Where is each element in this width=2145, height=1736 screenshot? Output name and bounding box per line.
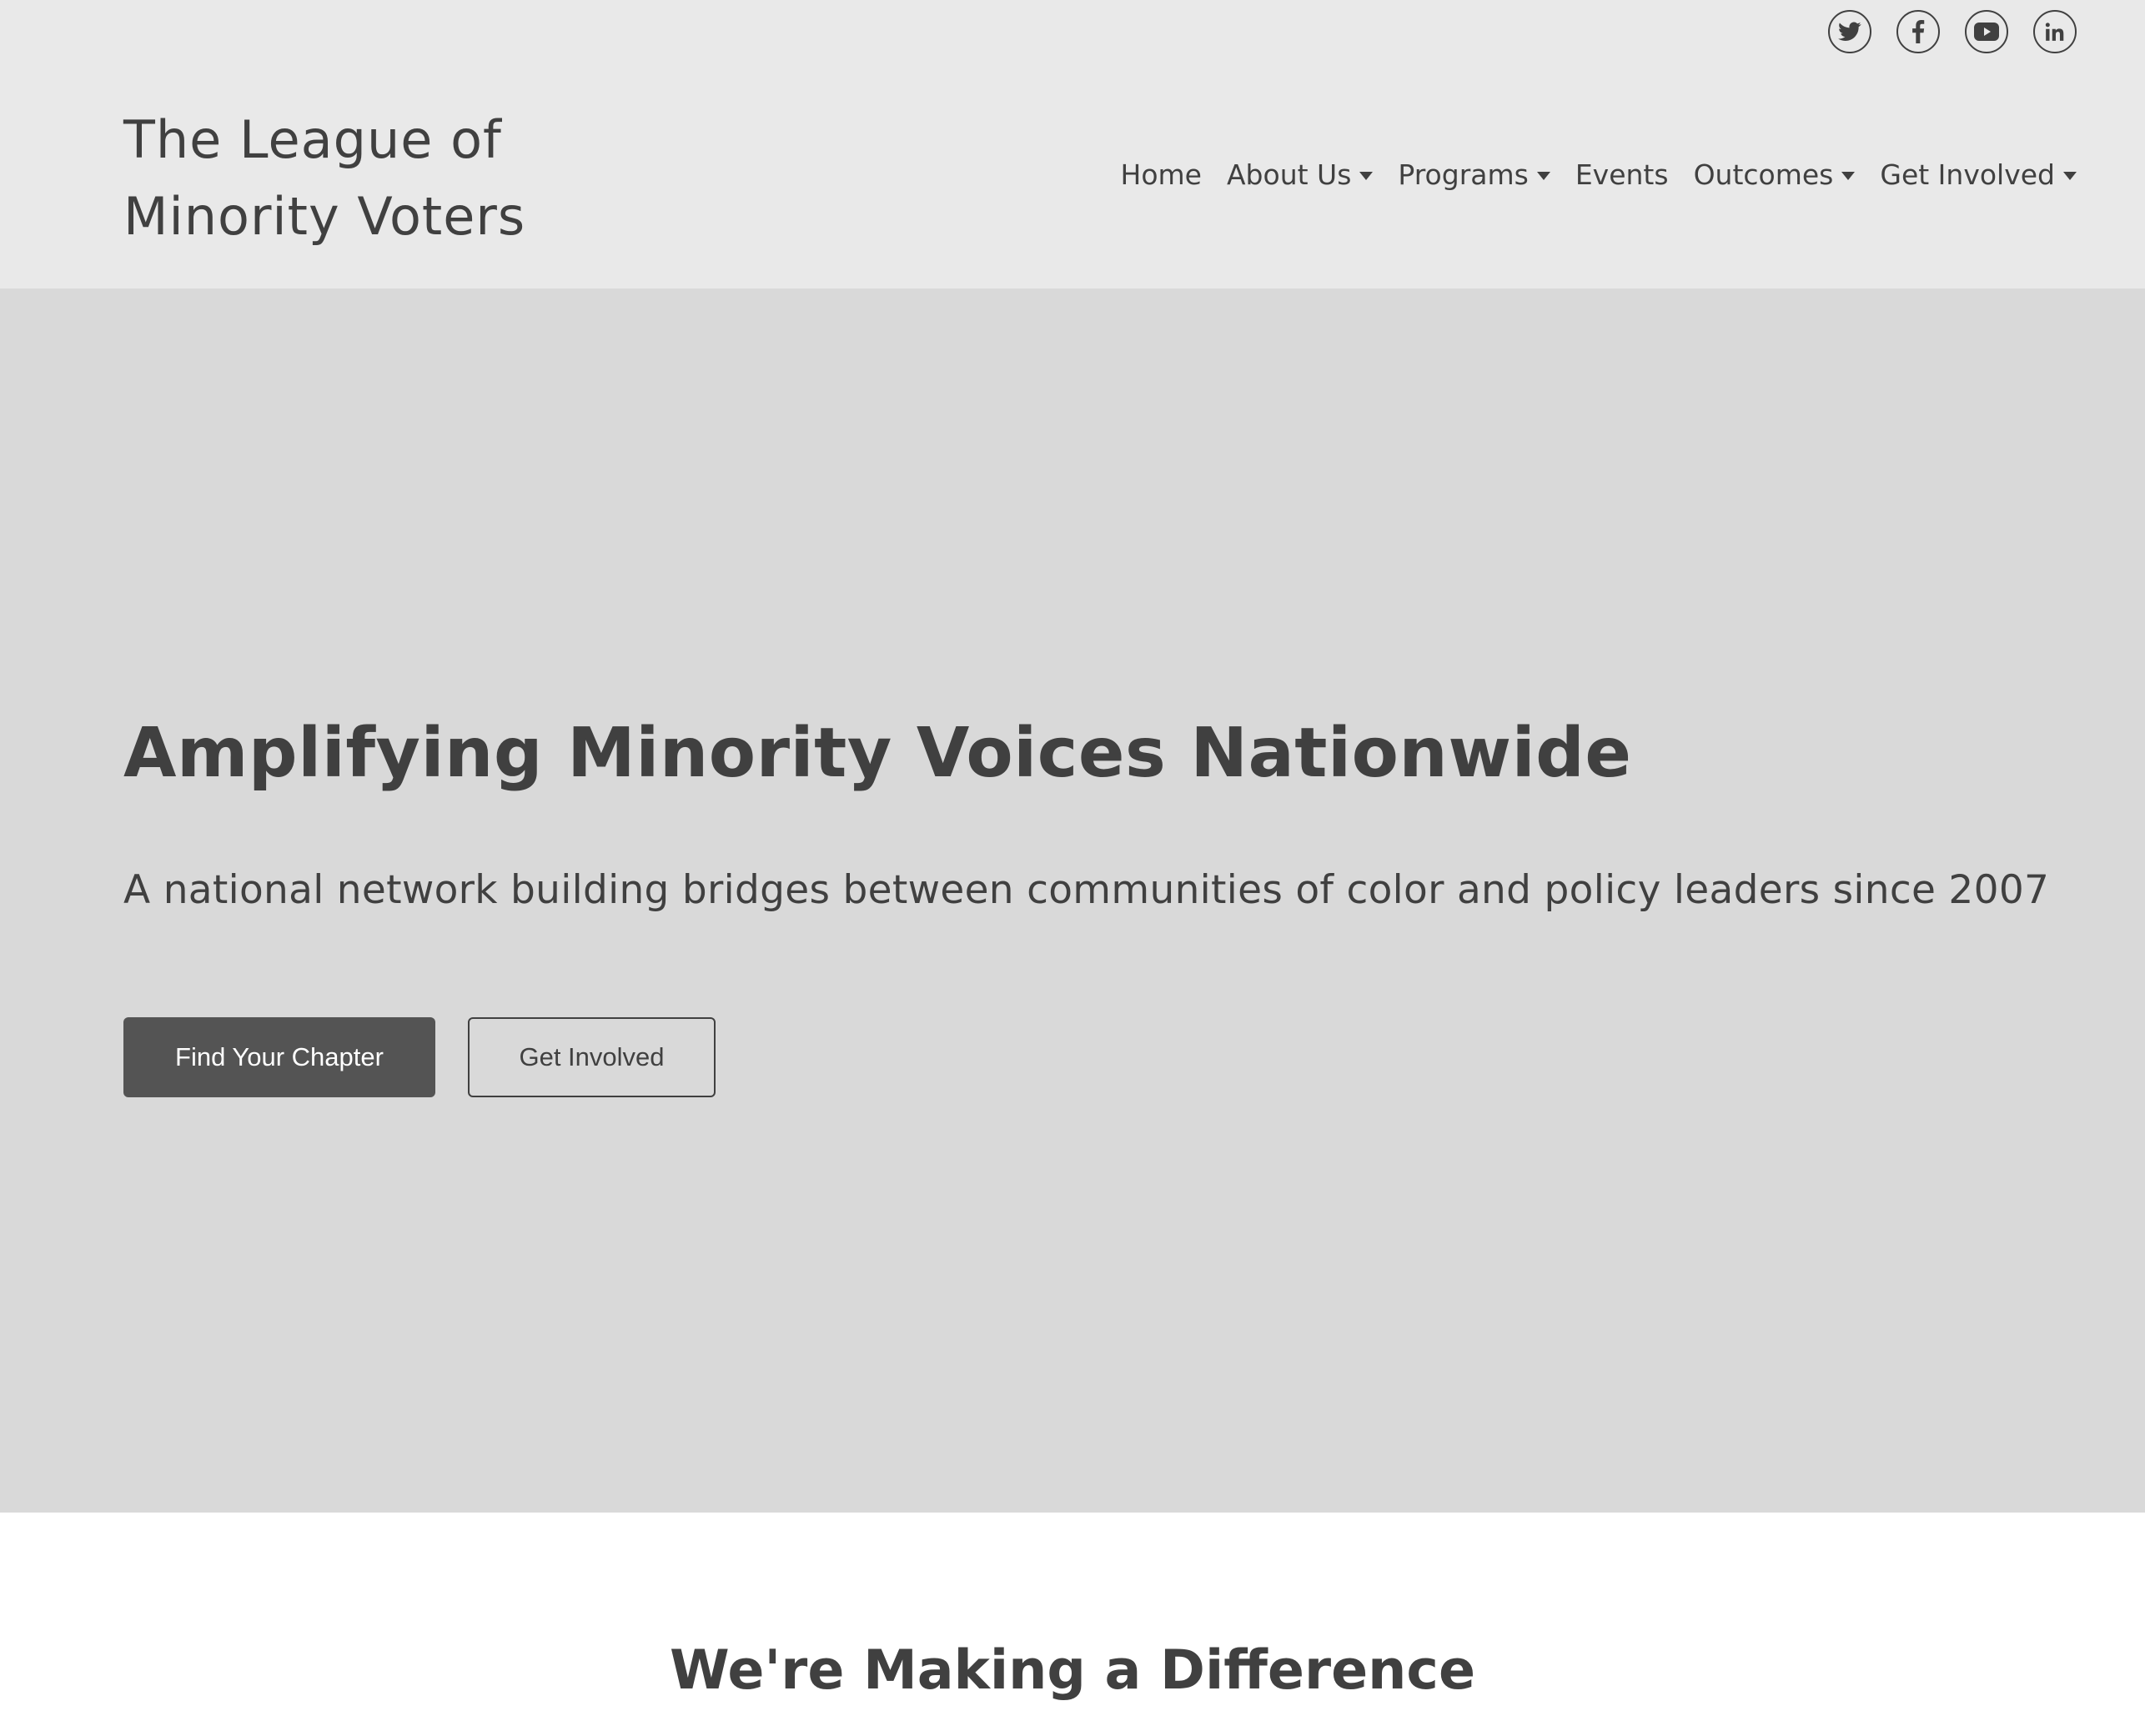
nav-label: Home (1120, 158, 1202, 191)
caret-down-icon (1536, 171, 1550, 180)
hero-section: Amplifying Minority Voices Nationwide A … (0, 288, 2145, 1513)
site-header: The League of Minority Voters Home About… (0, 0, 2145, 288)
facebook-icon[interactable] (1896, 10, 1940, 53)
linkedin-icon[interactable] (2033, 10, 2077, 53)
brand-line-2: Minority Voters (123, 186, 526, 247)
hero-title: Amplifying Minority Voices Nationwide (123, 714, 1632, 793)
twitter-icon[interactable] (1828, 10, 1871, 53)
nav-item-outcomes[interactable]: Outcomes (1694, 158, 1856, 191)
social-links (1828, 10, 2077, 53)
nav-label: Programs (1398, 158, 1529, 191)
site-logo-text[interactable]: The League of Minority Voters (123, 102, 525, 255)
main-nav: Home About Us Programs Events Outcomes G… (1121, 158, 2077, 191)
caret-down-icon (1841, 171, 1856, 180)
find-your-chapter-button[interactable]: Find Your Chapter (123, 1017, 435, 1097)
nav-label: Get Involved (1880, 158, 2055, 191)
caret-down-icon (1359, 171, 1374, 180)
nav-item-home[interactable]: Home (1121, 158, 1202, 191)
nav-label: About Us (1226, 158, 1352, 191)
brand-line-1: The League of (123, 109, 502, 170)
nav-label: Events (1575, 158, 1669, 191)
caret-down-icon (2063, 171, 2077, 180)
nav-item-programs[interactable]: Programs (1398, 158, 1550, 191)
nav-label: Outcomes (1693, 158, 1834, 191)
nav-item-get-involved[interactable]: Get Involved (1880, 158, 2077, 191)
youtube-icon[interactable] (1965, 10, 2008, 53)
section-title: We're Making a Difference (669, 1639, 1476, 1702)
nav-item-events[interactable]: Events (1575, 158, 1669, 191)
nav-item-about-us[interactable]: About Us (1226, 158, 1374, 191)
get-involved-button[interactable]: Get Involved (468, 1017, 716, 1097)
hero-subtitle: A national network building bridges betw… (123, 867, 2050, 913)
